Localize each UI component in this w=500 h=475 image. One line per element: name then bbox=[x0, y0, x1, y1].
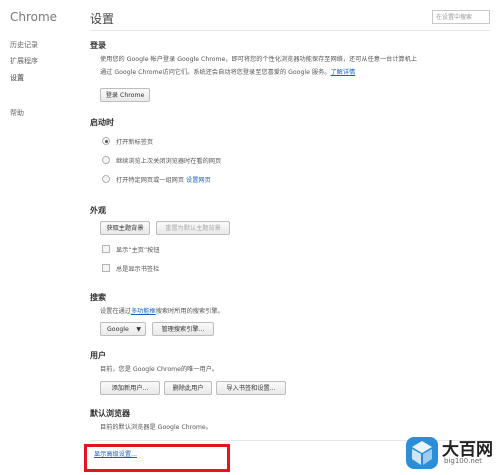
import-bookmarks-button[interactable]: 导入书签和设置... bbox=[216, 381, 286, 395]
startup-radio-new-tab[interactable] bbox=[102, 137, 110, 145]
signin-description-text: 通过 Google Chrome访问它们。系统还会自动将您登录至您喜爱的 Goo… bbox=[100, 69, 331, 76]
search-engine-value: Google bbox=[107, 326, 129, 333]
search-text-suffix: 搜索时所用的搜索引擎。 bbox=[155, 308, 224, 315]
search-input[interactable]: 在设置中搜索 bbox=[432, 10, 490, 24]
section-title-startup: 启动时 bbox=[90, 118, 114, 127]
search-engine-select[interactable]: Google ▼ bbox=[100, 322, 146, 336]
show-bookmarks-checkbox[interactable] bbox=[102, 264, 110, 272]
startup-label-specific-pages: 打开特定网页或一组网页 设置网页 bbox=[116, 175, 211, 184]
startup-radio-continue[interactable] bbox=[102, 156, 110, 164]
watermark-logo-icon bbox=[406, 437, 438, 469]
watermark: 大百网 big100.net bbox=[404, 433, 498, 473]
signin-description-line1: 使用您的 Google 帐户登录 Google Chrome，即可将您的个性化浏… bbox=[100, 56, 418, 63]
startup-radio-specific-pages[interactable] bbox=[102, 175, 110, 183]
watermark-logo-graphic bbox=[412, 441, 432, 465]
search-text-prefix: 设置在通过 bbox=[100, 308, 131, 315]
header-divider bbox=[90, 30, 490, 31]
advanced-settings-highlight-box bbox=[84, 444, 230, 472]
learn-more-link[interactable]: 了解详情 bbox=[330, 69, 355, 76]
section-title-appearance: 外观 bbox=[90, 206, 106, 215]
startup-label-continue: 继续浏览上次关闭浏览器时在看的网页 bbox=[116, 158, 222, 165]
section-title-default-browser: 默认浏览器 bbox=[90, 409, 130, 418]
users-description: 目前，您是 Google Chrome的唯一用户。 bbox=[100, 366, 219, 373]
settings-main: 设置 在设置中搜索 登录 使用您的 Google 帐户登录 Google Chr… bbox=[90, 0, 500, 475]
page-title: 设置 bbox=[90, 12, 115, 26]
sidebar-item-settings[interactable]: 设置 bbox=[10, 73, 24, 83]
omnibox-link[interactable]: 多功能框 bbox=[131, 308, 156, 315]
get-themes-button[interactable]: 获取主题背景 bbox=[100, 221, 150, 235]
startup-label-new-tab: 打开新标签页 bbox=[116, 139, 154, 146]
sidebar: Chrome 历史记录 扩展程序 设置 帮助 bbox=[0, 0, 80, 475]
signin-description-line2: 通过 Google Chrome访问它们。系统还会自动将您登录至您喜爱的 Goo… bbox=[100, 67, 355, 79]
set-pages-link[interactable]: 设置网页 bbox=[186, 177, 211, 184]
manage-search-engines-button[interactable]: 管理搜索引擎... bbox=[152, 322, 214, 336]
section-title-search: 搜索 bbox=[90, 293, 106, 302]
startup-specific-pages-text: 打开特定网页或一组网页 bbox=[116, 177, 185, 184]
default-browser-description: 目前的默认浏览器是 Google Chrome。 bbox=[100, 424, 212, 431]
search-description: 设置在通过多功能框搜索时所用的搜索引擎。 bbox=[100, 306, 224, 318]
sidebar-item-history[interactable]: 历史记录 bbox=[10, 40, 38, 50]
sidebar-brand: Chrome bbox=[10, 10, 58, 24]
reset-theme-button[interactable]: 重置为默认主题背景 bbox=[156, 221, 230, 235]
signin-chrome-button[interactable]: 登录 Chrome bbox=[100, 88, 150, 102]
sidebar-item-extensions[interactable]: 扩展程序 bbox=[10, 56, 38, 66]
chevron-down-icon: ▼ bbox=[136, 326, 141, 333]
show-home-label: 显示“主页”按钮 bbox=[116, 247, 160, 254]
sidebar-item-help[interactable]: 帮助 bbox=[10, 108, 24, 118]
section-title-users: 用户 bbox=[90, 351, 106, 360]
add-user-button[interactable]: 添加新用户... bbox=[100, 381, 160, 395]
delete-user-button[interactable]: 删除此用户 bbox=[164, 381, 212, 395]
watermark-url: big100.net bbox=[444, 457, 482, 465]
section-title-signin: 登录 bbox=[90, 41, 106, 50]
show-bookmarks-label: 总是显示书签栏 bbox=[116, 266, 160, 273]
show-home-checkbox[interactable] bbox=[102, 245, 110, 253]
